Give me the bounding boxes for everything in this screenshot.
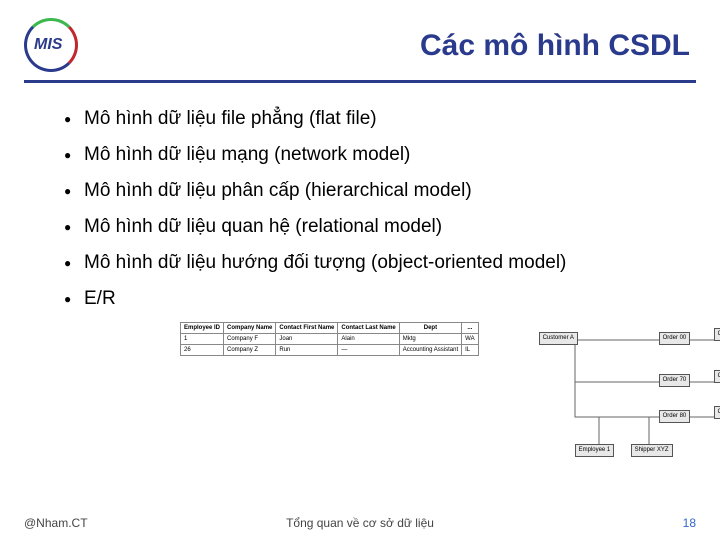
table-cell: Company Z xyxy=(224,345,276,356)
table-cell: Joan xyxy=(276,334,338,345)
mis-logo: MIS xyxy=(24,18,80,74)
table-cell: Company F xyxy=(224,334,276,345)
table-header: Employee ID xyxy=(181,323,224,334)
network-diagram: Customer A Order 00 Order 70 Order 80 Or… xyxy=(539,322,720,462)
table-cell: IL xyxy=(462,345,478,356)
list-item: Mô hình dữ liệu mạng (network model) xyxy=(64,137,696,173)
table-cell: — xyxy=(338,345,399,356)
list-item: Mô hình dữ liệu quan hệ (relational mode… xyxy=(64,209,696,245)
slide-header: MIS Các mô hình CSDL xyxy=(24,18,696,83)
table-cell: Mktg xyxy=(399,334,461,345)
bullet-list: Mô hình dữ liệu file phẳng (flat file) M… xyxy=(24,101,696,318)
diagram-row: Employee ID Company Name Contact First N… xyxy=(180,322,720,462)
table-cell: Accounting Assistant xyxy=(399,345,461,356)
table-cell: Run xyxy=(276,345,338,356)
slide-title: Các mô hình CSDL xyxy=(80,29,696,63)
slide: MIS Các mô hình CSDL Mô hình dữ liệu fil… xyxy=(0,0,720,540)
table-row: 26 Company Z Run — Accounting Assistant … xyxy=(181,345,479,356)
node-shipper: Shipper XYZ xyxy=(631,444,673,457)
flat-file-table: Employee ID Company Name Contact First N… xyxy=(180,322,479,356)
list-item: Mô hình dữ liệu file phẳng (flat file) xyxy=(64,101,696,137)
table-header: Contact Last Name xyxy=(338,323,399,334)
table-header: Contact First Name xyxy=(276,323,338,334)
footer-title: Tổng quan về cơ sở dữ liệu xyxy=(24,516,696,530)
node-detail: Order Detail: 1 (Each) xyxy=(714,370,720,383)
table-row: Employee ID Company Name Contact First N… xyxy=(181,323,479,334)
table-header: ... xyxy=(462,323,478,334)
list-item: E/R xyxy=(64,281,696,317)
logo-text: MIS xyxy=(34,36,62,54)
table-cell: 26 xyxy=(181,345,224,356)
list-item: Mô hình dữ liệu phân cấp (hierarchical m… xyxy=(64,173,696,209)
list-item: Mô hình dữ liệu hướng đối tượng (object-… xyxy=(64,245,696,281)
node-order: Order 80 xyxy=(659,410,691,423)
table-row: 1 Company F Joan Alain Mktg WA xyxy=(181,334,479,345)
footer-author: @Nham.CT xyxy=(24,516,88,530)
node-detail: Order Delay Product 32 xyxy=(714,406,720,419)
table-cell: WA xyxy=(462,334,478,345)
node-order: Order 70 xyxy=(659,374,691,387)
node-customer: Customer A xyxy=(539,332,578,345)
page-number: 18 xyxy=(683,516,696,530)
table-cell: 1 xyxy=(181,334,224,345)
slide-footer: @Nham.CT Tổng quan về cơ sở dữ liệu 18 xyxy=(24,516,696,530)
node-order: Order 00 xyxy=(659,332,691,345)
table-header: Company Name xyxy=(224,323,276,334)
node-employee: Employee 1 xyxy=(575,444,615,457)
table-cell: Alain xyxy=(338,334,399,345)
node-detail: Order Detail Product X xyxy=(714,328,720,341)
table-header: Dept xyxy=(399,323,461,334)
